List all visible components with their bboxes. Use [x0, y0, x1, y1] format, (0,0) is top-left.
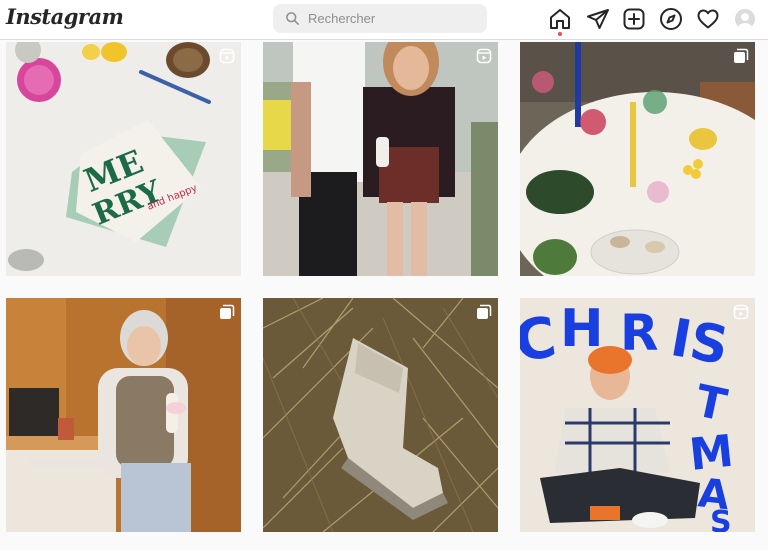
- explore-icon[interactable]: [659, 7, 683, 31]
- post-image: [6, 298, 241, 532]
- post-christmas-man[interactable]: C H R IS T M A S: [520, 298, 755, 532]
- profile-avatar[interactable]: [735, 9, 755, 29]
- explore-grid: ME RRY and happy C H R IS T M A S: [0, 40, 768, 550]
- search-input[interactable]: Rechercher: [273, 4, 487, 33]
- post-image: [263, 298, 498, 532]
- carousel-icon: [476, 304, 492, 320]
- reel-icon: [733, 304, 749, 320]
- reel-icon: [219, 48, 235, 64]
- direct-icon[interactable]: [586, 7, 610, 31]
- post-image: ME RRY and happy: [6, 42, 241, 276]
- post-image: [263, 42, 498, 276]
- svg-text:IS: IS: [666, 308, 732, 377]
- post-couple-street[interactable]: [263, 42, 498, 276]
- search-icon: [286, 12, 299, 25]
- post-merry-christmas-cards[interactable]: ME RRY and happy: [6, 42, 241, 276]
- post-festive-table[interactable]: [520, 42, 755, 276]
- carousel-icon: [733, 48, 749, 64]
- post-woman-kitchen[interactable]: [6, 298, 241, 532]
- home-icon[interactable]: [548, 7, 572, 31]
- top-navigation-bar: Instagram Rechercher: [0, 0, 768, 40]
- post-image: [520, 42, 755, 276]
- post-boot-grass[interactable]: [263, 298, 498, 532]
- svg-text:S: S: [710, 505, 732, 532]
- instagram-logo[interactable]: Instagram: [6, 4, 124, 29]
- new-post-icon[interactable]: [622, 7, 646, 31]
- post-image: C H R IS T M A S: [520, 298, 755, 532]
- carousel-icon: [219, 304, 235, 320]
- search-placeholder: Rechercher: [308, 11, 376, 26]
- activity-icon[interactable]: [696, 7, 720, 31]
- notification-dot: [558, 32, 562, 36]
- reel-icon: [476, 48, 492, 64]
